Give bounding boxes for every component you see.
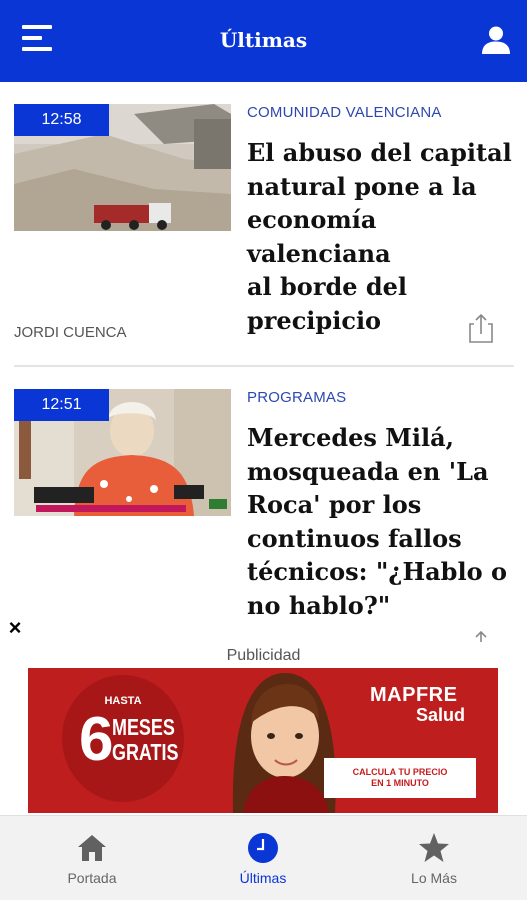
nav-label: Lo Más: [411, 870, 457, 886]
headline-line: al borde del: [247, 272, 408, 301]
ad-brand-sub: Salud: [416, 705, 466, 725]
article-author[interactable]: JORDI CUENCA: [14, 324, 127, 341]
share-icon[interactable]: [469, 630, 493, 642]
article-headline[interactable]: El abuso del capital natural pone a la e…: [247, 136, 515, 337]
ad-banner[interactable]: HASTA 6 MESES GRATIS MAPFRE Salud CALCUL…: [28, 668, 498, 813]
page-title: Últimas: [219, 28, 308, 52]
article-card[interactable]: 12:51 PROGRAMAS Mercedes Milá, mosqueada…: [14, 389, 515, 642]
article-thumbnail[interactable]: 12:58: [14, 104, 231, 231]
headline-line: Mercedes Milá,: [247, 423, 454, 452]
headline-line: técnicos: "¿Hablo o: [247, 557, 507, 586]
ad-brand: MAPFRE: [370, 684, 458, 706]
article-headline[interactable]: Mercedes Milá, mosqueada en 'La Roca' po…: [247, 421, 515, 622]
headline-line: continuos fallos: [247, 523, 462, 553]
ad-cta-line: EN 1 MINUTO: [371, 778, 429, 788]
time-badge: 12:51: [14, 389, 109, 421]
headline-line: Roca' por los: [247, 490, 422, 519]
article-category[interactable]: COMUNIDAD VALENCIANA: [247, 104, 442, 121]
article-category[interactable]: PROGRAMAS: [247, 389, 346, 406]
clock-icon: [248, 833, 278, 863]
headline-line: economía valenciana: [247, 205, 391, 268]
share-icon[interactable]: [469, 313, 493, 343]
headline-line: mosqueada en 'La: [247, 456, 489, 486]
ad-gratis-text: GRATIS: [112, 739, 179, 765]
star-icon: [419, 833, 449, 862]
nav-item-ultimas[interactable]: Últimas: [203, 816, 323, 900]
time-badge: 12:58: [14, 104, 109, 136]
ad-meses-text: MESES: [112, 714, 175, 740]
ad-cta-line: CALCULA TU PRECIO: [352, 767, 448, 777]
bottom-navigation: Portada Últimas Lo Más: [0, 815, 527, 900]
ad-number: 6: [79, 705, 114, 774]
article-card[interactable]: 12:58 COMUNIDAD VALENCIANA El abuso del …: [14, 104, 514, 354]
user-profile-icon[interactable]: [481, 25, 511, 55]
ad-cta-button[interactable]: CALCULA TU PRECIO EN 1 MINUTO: [324, 758, 476, 798]
ad-label: Publicidad: [226, 647, 301, 664]
headline-line: natural pone a la: [247, 171, 477, 201]
headline-line: El abuso del capital: [247, 138, 512, 167]
nav-item-portada[interactable]: Portada: [32, 816, 152, 900]
headline-line: no hablo?": [247, 590, 391, 620]
nav-label: Portada: [67, 870, 117, 886]
home-icon: [78, 835, 106, 861]
close-ad-button[interactable]: ×: [4, 617, 26, 639]
nav-label: Últimas: [239, 870, 287, 886]
nav-item-lo-mas[interactable]: Lo Más: [374, 816, 494, 900]
article-thumbnail[interactable]: 12:51: [14, 389, 231, 516]
divider: [14, 365, 514, 367]
ad-hasta-text: HASTA: [104, 695, 142, 707]
app-header: Últimas: [0, 0, 527, 82]
